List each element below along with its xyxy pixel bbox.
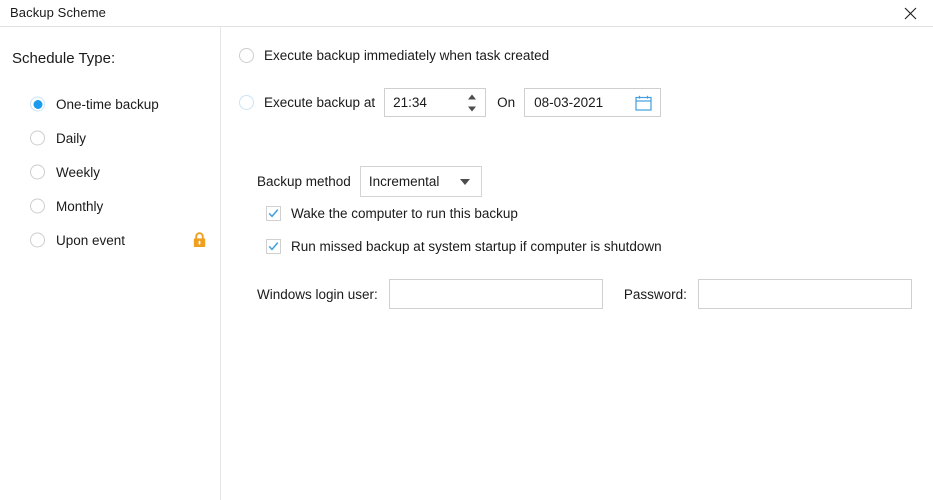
backup-method-select[interactable]: Incremental: [359, 166, 482, 197]
date-value: 08-03-2021: [534, 95, 604, 110]
backup-method-value: Incremental: [368, 174, 440, 189]
option-label: Execute backup at: [264, 95, 376, 110]
radio-one-time-backup[interactable]: [30, 96, 45, 112]
credentials-row: Windows login user: Password:: [257, 279, 912, 309]
time-stepper[interactable]: 21:34: [384, 88, 487, 117]
radio-upon-event[interactable]: [30, 232, 45, 248]
radio-monthly[interactable]: [30, 198, 45, 214]
schedule-type-sidebar: Schedule Type: One-time backup Daily Wee…: [0, 27, 221, 500]
close-icon: [904, 7, 917, 20]
checkbox-row-run-missed-backup[interactable]: Run missed backup at system startup if c…: [266, 239, 662, 254]
sidebar-item-label: Weekly: [56, 164, 101, 180]
option-label: Execute backup immediately when task cre…: [264, 48, 550, 63]
sidebar-heading: Schedule Type:: [12, 50, 116, 67]
time-spinner-arrows[interactable]: [468, 94, 477, 111]
date-picker[interactable]: 08-03-2021: [524, 88, 662, 117]
sidebar-item-weekly[interactable]: Weekly: [0, 155, 221, 189]
sidebar-item-label: Upon event: [56, 232, 126, 248]
sidebar-item-one-time-backup[interactable]: One-time backup: [0, 87, 221, 121]
option-execute-immediately[interactable]: Execute backup immediately when task cre…: [239, 48, 549, 63]
sidebar-item-monthly[interactable]: Monthly: [0, 189, 221, 223]
checkbox-row-wake-computer[interactable]: Wake the computer to run this backup: [266, 206, 518, 221]
radio-execute-at[interactable]: [239, 95, 254, 110]
sidebar-item-label: Monthly: [56, 198, 104, 214]
checkbox-wake-computer[interactable]: [266, 206, 281, 221]
sidebar-item-label: One-time backup: [56, 96, 159, 112]
option-execute-at: Execute backup at 21:34 On 08-03-2021: [239, 88, 662, 117]
window-title: Backup Scheme: [10, 5, 106, 20]
on-label: On: [497, 95, 516, 110]
lock-icon: [192, 232, 207, 248]
schedule-type-list: One-time backup Daily Weekly Monthly Upo…: [0, 87, 221, 257]
backup-method-label: Backup method: [257, 174, 351, 189]
caret-up-icon[interactable]: [468, 94, 477, 99]
sidebar-item-upon-event[interactable]: Upon event: [0, 223, 221, 257]
radio-execute-immediately[interactable]: [239, 48, 254, 63]
password-label: Password:: [623, 286, 687, 302]
checkbox-label: Wake the computer to run this backup: [291, 206, 518, 221]
checkbox-run-missed-backup[interactable]: [266, 239, 281, 254]
close-button[interactable]: [887, 0, 933, 27]
backup-method-row: Backup method Incremental: [257, 166, 482, 197]
caret-down-icon[interactable]: [468, 106, 477, 111]
password-input[interactable]: [697, 279, 912, 309]
windows-login-user-label: Windows login user:: [257, 286, 378, 302]
radio-daily[interactable]: [30, 130, 45, 146]
schedule-settings-panel: Execute backup immediately when task cre…: [222, 27, 933, 500]
radio-weekly[interactable]: [30, 164, 45, 180]
windows-login-user-input[interactable]: [388, 279, 603, 309]
chevron-down-icon[interactable]: [459, 178, 470, 185]
time-value: 21:34: [393, 95, 427, 110]
sidebar-item-daily[interactable]: Daily: [0, 121, 221, 155]
title-bar: Backup Scheme: [0, 0, 933, 27]
backup-scheme-dialog: Backup Scheme Schedule Type: One-time ba…: [0, 0, 933, 500]
calendar-icon[interactable]: [635, 95, 652, 111]
sidebar-item-label: Daily: [56, 130, 87, 146]
checkbox-label: Run missed backup at system startup if c…: [291, 239, 662, 254]
